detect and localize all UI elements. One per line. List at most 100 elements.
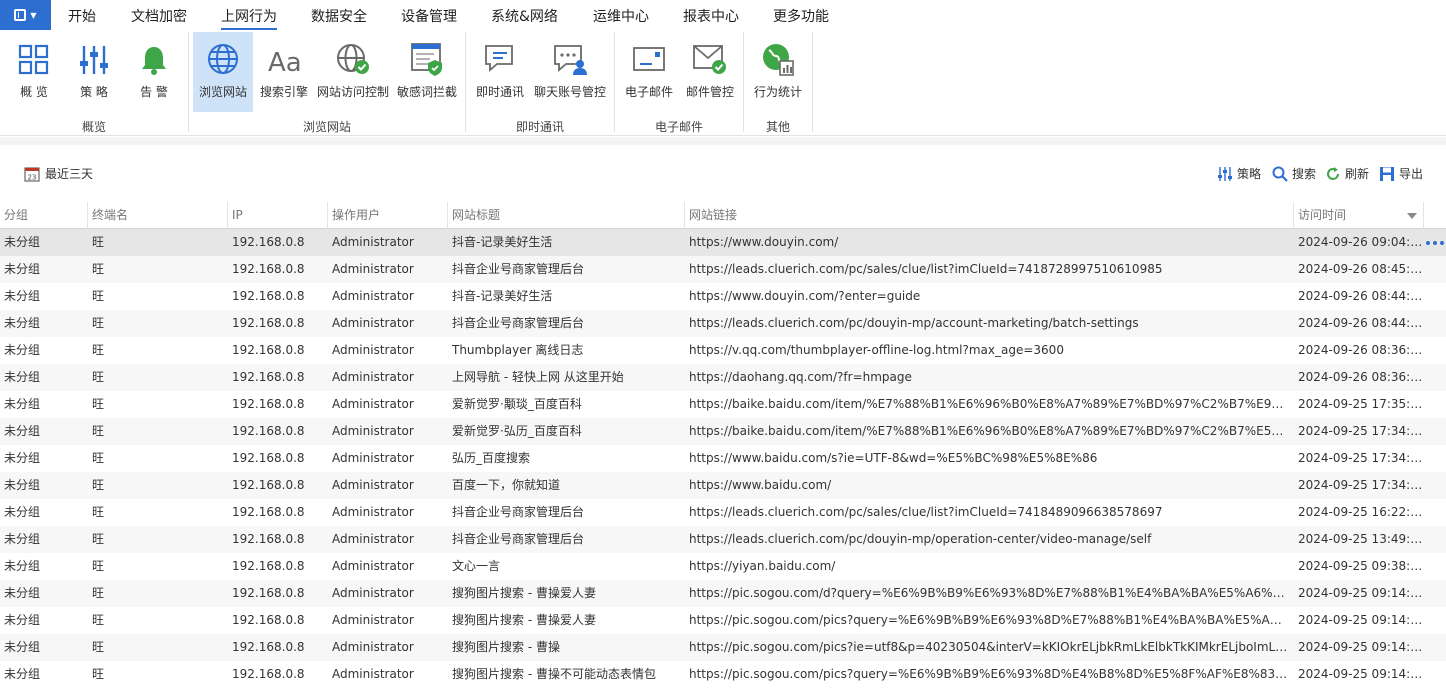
cell-url: https://www.baidu.com/s?ie=UTF-8&wd=%E5%… [689,451,1098,465]
cell-title: 上网导航 - 轻快上网 从这里开始 [452,370,624,384]
table-row[interactable]: 未分组 旺 192.168.0.8 Administrator 抖音企业号商家管理后台 h… [0,526,1446,553]
app-menu-icon [14,9,27,21]
policy-button[interactable]: 策略 [1217,165,1261,182]
save-export-icon [1379,166,1395,182]
cell-title: 抖音企业号商家管理后台 [452,316,585,330]
menu-tab-internet-behavior[interactable]: 上网行为 [221,6,277,30]
sort-descending-icon[interactable] [1407,213,1417,219]
menu-tab-data-security[interactable]: 数据安全 [311,6,367,26]
cell-url: https://leads.cluerich.com/pc/sales/clue… [689,262,1163,276]
policy-label: 策略 [1237,167,1262,181]
tool-email-label: 电子邮件 [624,85,673,99]
search-button[interactable]: 搜索 [1272,165,1316,182]
menu-tab-device-management[interactable]: 设备管理 [401,6,457,26]
tool-website-access-control[interactable]: 网站访问控制 [316,32,390,112]
cell-group: 未分组 [4,613,41,627]
cell-url: https://pic.sogou.com/pics?ie=utf8&p=402… [689,640,1289,654]
search-icon [1272,166,1288,182]
refresh-button[interactable]: 刷新 [1325,165,1369,182]
refresh-label: 刷新 [1345,167,1370,181]
table-row[interactable]: 未分组 旺 192.168.0.8 Administrator 文心一言 https://… [0,553,1446,580]
cell-visit-time: 2024-09-25 17:34:09 [1298,478,1424,492]
table-row[interactable]: 未分组 旺 192.168.0.8 Administrator 爱新觉罗·弘历_百度百科… [0,418,1446,445]
cell-url: https://leads.cluerich.com/pc/sales/clue… [689,505,1163,519]
font-aa-icon: Aa [267,36,301,76]
cell-visit-time: 2024-09-25 17:34:17 [1298,424,1424,438]
more-options-icon[interactable] [1426,241,1444,245]
column-header-ip[interactable]: IP [228,202,328,229]
group-label-overview: 概览 [82,120,107,134]
cell-title: 抖音企业号商家管理后台 [452,262,585,276]
table-row[interactable]: 未分组 旺 192.168.0.8 Administrator 搜狗图片搜索 - 曹操 h… [0,634,1446,661]
date-range-button[interactable]: 23 最近三天 [24,165,93,182]
table-row[interactable]: 未分组 旺 192.168.0.8 Administrator 搜狗图片搜索 - 曹操爱… [0,607,1446,634]
cell-ip: 192.168.0.8 [232,235,305,249]
column-header-group[interactable]: 分组 [0,202,88,229]
column-header-user[interactable]: 操作用户 [328,202,448,229]
tool-policy[interactable]: 策 略 [68,32,120,112]
cell-title: 搜狗图片搜索 - 曹操爱人妻 [452,586,596,600]
tool-behavior-stats-label: 行为统计 [753,85,802,99]
cell-group: 未分组 [4,289,41,303]
tool-chat-account-control-label: 聊天账号管控 [533,85,606,99]
table-row[interactable]: 未分组 旺 192.168.0.8 Administrator 抖音企业号商家管理后台 h… [0,499,1446,526]
cell-terminal: 旺 [92,505,105,519]
menu-tab-start[interactable]: 开始 [68,6,96,26]
table-row[interactable]: 未分组 旺 192.168.0.8 Administrator 抖音企业号商家管理后台 h… [0,310,1446,337]
cell-group: 未分组 [4,235,41,249]
tool-sensitive-word-block[interactable]: 敏感词拦截 [396,32,458,112]
group-label-other: 其他 [766,120,791,134]
table-header: 分组 终端名 IP 操作用户 网站标题 网站链接 访问时间 [0,202,1446,229]
cell-terminal: 旺 [92,532,105,546]
table-row[interactable]: 未分组 旺 192.168.0.8 Administrator 百度一下，你就知道 htt… [0,472,1446,499]
table-row[interactable]: 未分组 旺 192.168.0.8 Administrator 搜狗图片搜索 - 曹操爱… [0,580,1446,607]
cell-visit-time: 2024-09-25 09:14:47 [1298,613,1424,627]
table-row[interactable]: 未分组 旺 192.168.0.8 Administrator 爱新觉罗·颙琰_百度百科… [0,391,1446,418]
table-row[interactable]: 未分组 旺 192.168.0.8 Administrator 抖音企业号商家管理后台 h… [0,256,1446,283]
tool-overview[interactable]: 概 览 [8,32,60,112]
tool-email[interactable]: 电子邮件 [621,32,677,112]
tool-email-control[interactable]: 邮件管控 [682,32,738,112]
menu-tab-ops-center[interactable]: 运维中心 [593,6,649,26]
table-row[interactable]: 未分组 旺 192.168.0.8 Administrator Thumbplayer … [0,337,1446,364]
cell-terminal: 旺 [92,316,105,330]
tool-behavior-stats[interactable]: 行为统计 [750,32,806,112]
menu-tab-more[interactable]: 更多功能 [773,6,829,26]
cell-url: https://daohang.qq.com/?fr=hmpage [689,370,912,384]
column-header-url[interactable]: 网站链接 [685,202,1294,229]
tool-alert[interactable]: 告 警 [128,32,180,112]
tool-chat-account-control[interactable]: 聊天账号管控 [532,32,608,112]
table-row[interactable]: 未分组 旺 192.168.0.8 Administrator 抖音-记录美好生活 htt… [0,229,1446,256]
menu-tab-doc-encryption[interactable]: 文档加密 [131,6,187,26]
group-divider [465,32,466,132]
menu-tab-system-network[interactable]: 系统&网络 [491,6,558,26]
access-log-table: 分组 终端名 IP 操作用户 网站标题 网站链接 访问时间 未分组旺 192.16… [0,202,1446,688]
tool-browse-websites[interactable]: 浏览网站 [193,32,253,112]
search-label: 搜索 [1292,167,1317,181]
cell-visit-time: 2024-09-25 17:34:10 [1298,451,1424,465]
column-header-terminal[interactable]: 终端名 [88,202,228,229]
table-row[interactable]: 未分组 旺 192.168.0.8 Administrator 抖音-记录美好生活 htt… [0,283,1446,310]
table-row[interactable]: 未分组 旺 192.168.0.8 Administrator 弘历_百度搜索 https… [0,445,1446,472]
cell-url: https://leads.cluerich.com/pc/douyin-mp/… [689,532,1152,546]
cell-ip: 192.168.0.8 [232,262,305,276]
tool-instant-messaging[interactable]: 即时通讯 [473,32,527,112]
cell-group: 未分组 [4,397,41,411]
cell-url: https://pic.sogou.com/pics?query=%E6%9B%… [689,613,1289,627]
table-row[interactable]: 未分组 旺 192.168.0.8 Administrator 搜狗图片搜索 - 曹操不… [0,661,1446,688]
cell-title: Thumbplayer 离线日志 [452,343,584,357]
column-header-visit-time[interactable]: 访问时间 [1294,202,1424,229]
table-row[interactable]: 未分组 旺 192.168.0.8 Administrator 上网导航 - 轻快上网 … [0,364,1446,391]
sliders-icon [78,36,110,76]
tool-search-engine[interactable]: Aa 搜索引擎 [256,32,312,112]
export-button[interactable]: 导出 [1379,165,1423,182]
cell-visit-time: 2024-09-26 09:04:18 [1298,235,1424,249]
tool-policy-label: 策 略 [80,85,108,99]
cell-visit-time: 2024-09-25 13:49:00 [1298,532,1424,546]
column-header-title[interactable]: 网站标题 [448,202,685,229]
menu-tab-report-center[interactable]: 报表中心 [683,6,739,26]
cell-user: Administrator [332,532,414,546]
cell-terminal: 旺 [92,235,105,249]
cell-user: Administrator [332,559,414,573]
app-menu-button[interactable]: ▼ [0,0,51,30]
